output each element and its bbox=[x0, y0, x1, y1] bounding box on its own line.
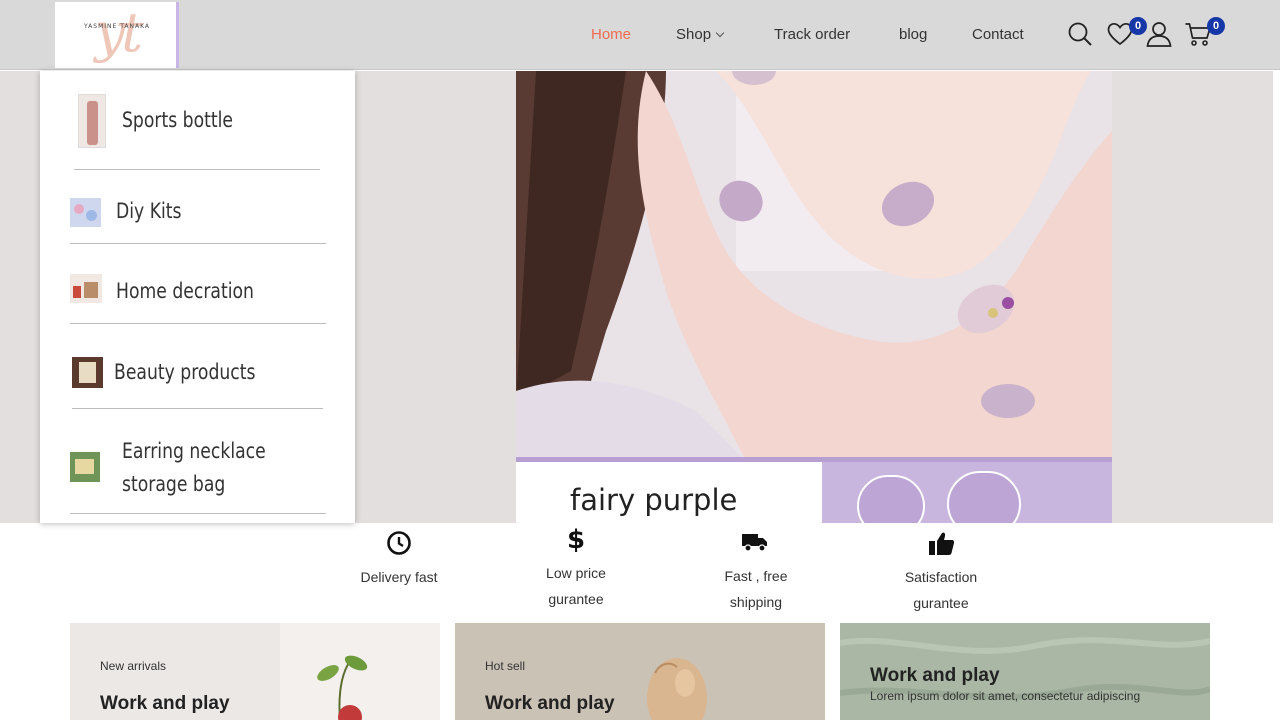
promo-card-work-and-play[interactable]: Work and play Lorem ipsum dolor sit amet… bbox=[840, 623, 1210, 720]
card-tag: New arrivals bbox=[100, 659, 167, 673]
chevron-down-icon bbox=[715, 28, 725, 38]
promo-card-hot-sell[interactable]: Hot sell Work and play bbox=[455, 623, 825, 720]
card-text: Lorem ipsum dolor sit amet, consectetur … bbox=[870, 689, 1141, 703]
feature-satisfaction: Satisfaction gurantee bbox=[881, 564, 1001, 616]
logo-monogram: yt bbox=[94, 2, 143, 64]
menu-item-home-decoration[interactable]: Home decration bbox=[70, 244, 326, 324]
menu-item-label-line1: Earring necklace bbox=[122, 439, 266, 463]
shop-dropdown-menu: Sports bottle Diy Kits Home decration Be… bbox=[40, 71, 355, 523]
nav-blog[interactable]: blog bbox=[899, 24, 927, 46]
card-title: Work and play bbox=[485, 693, 615, 714]
site-logo[interactable]: yt YASMINE TANAKA bbox=[55, 2, 179, 68]
nav-contact[interactable]: Contact bbox=[972, 24, 1024, 46]
diy-kits-thumbnail bbox=[70, 198, 101, 227]
card-tag: Hot sell bbox=[485, 659, 526, 673]
feature-label-line2: gurantee bbox=[548, 591, 604, 607]
nail-swatches bbox=[857, 471, 1021, 523]
beauty-products-thumbnail bbox=[72, 357, 103, 388]
hero-banner-image[interactable]: fairy purple bbox=[516, 71, 1112, 523]
cart-count-badge: 0 bbox=[1207, 17, 1225, 35]
menu-item-label: Sports bottle bbox=[122, 108, 234, 132]
nav-shop[interactable]: Shop bbox=[676, 24, 725, 46]
feature-label-line1: Low price bbox=[546, 565, 606, 581]
feature-label-line1: Fast , free bbox=[724, 568, 788, 584]
truck-icon bbox=[741, 531, 769, 558]
nav-track-order[interactable]: Track order bbox=[774, 24, 850, 46]
menu-item-earring-necklace-storage-bag[interactable]: Earring necklace storage bag bbox=[70, 409, 326, 514]
menu-item-label: Home decration bbox=[116, 279, 254, 303]
site-header: yt YASMINE TANAKA Home Shop Track order … bbox=[0, 0, 1280, 70]
user-icon[interactable] bbox=[1145, 20, 1173, 48]
dollar-icon: $ bbox=[566, 525, 586, 558]
home-decoration-thumbnail bbox=[70, 274, 102, 303]
menu-item-label: Beauty products bbox=[114, 360, 256, 384]
feature-free-shipping: Fast , free shipping bbox=[696, 563, 816, 615]
hands-illustration bbox=[516, 71, 1112, 523]
menu-item-beauty-products[interactable]: Beauty products bbox=[72, 324, 323, 409]
card-title: Work and play bbox=[870, 665, 1000, 686]
promo-card-new-arrivals[interactable]: New arrivals Work and play bbox=[70, 623, 440, 720]
clock-icon bbox=[386, 530, 412, 561]
hero-caption: fairy purple bbox=[570, 483, 738, 517]
feature-label-line1: Satisfaction bbox=[904, 569, 978, 585]
thumbs-up-icon bbox=[928, 530, 955, 562]
feature-label-line2: shipping bbox=[729, 594, 783, 610]
feature-label: Delivery fast bbox=[360, 569, 438, 585]
nav-home[interactable]: Home bbox=[591, 24, 631, 46]
feature-delivery-fast: Delivery fast bbox=[339, 564, 459, 590]
logo-brand-name: YASMINE TANAKA bbox=[83, 23, 151, 30]
svg-text:$: $ bbox=[567, 525, 585, 553]
menu-item-label-line2: storage bag bbox=[122, 472, 226, 496]
menu-item-label: Diy Kits bbox=[116, 199, 182, 223]
card-title: Work and play bbox=[100, 693, 230, 714]
menu-item-sports-bottle[interactable]: Sports bottle bbox=[74, 71, 320, 170]
feature-label-line2: gurantee bbox=[913, 595, 969, 611]
feature-low-price: Low price gurantee bbox=[516, 560, 636, 612]
sports-bottle-thumbnail bbox=[78, 94, 106, 148]
storage-bag-thumbnail bbox=[70, 452, 100, 482]
hero-caption-band: fairy purple bbox=[516, 457, 1112, 523]
search-icon[interactable] bbox=[1066, 20, 1094, 48]
nav-shop-label: Shop bbox=[676, 26, 712, 43]
menu-item-diy-kits[interactable]: Diy Kits bbox=[70, 170, 326, 244]
